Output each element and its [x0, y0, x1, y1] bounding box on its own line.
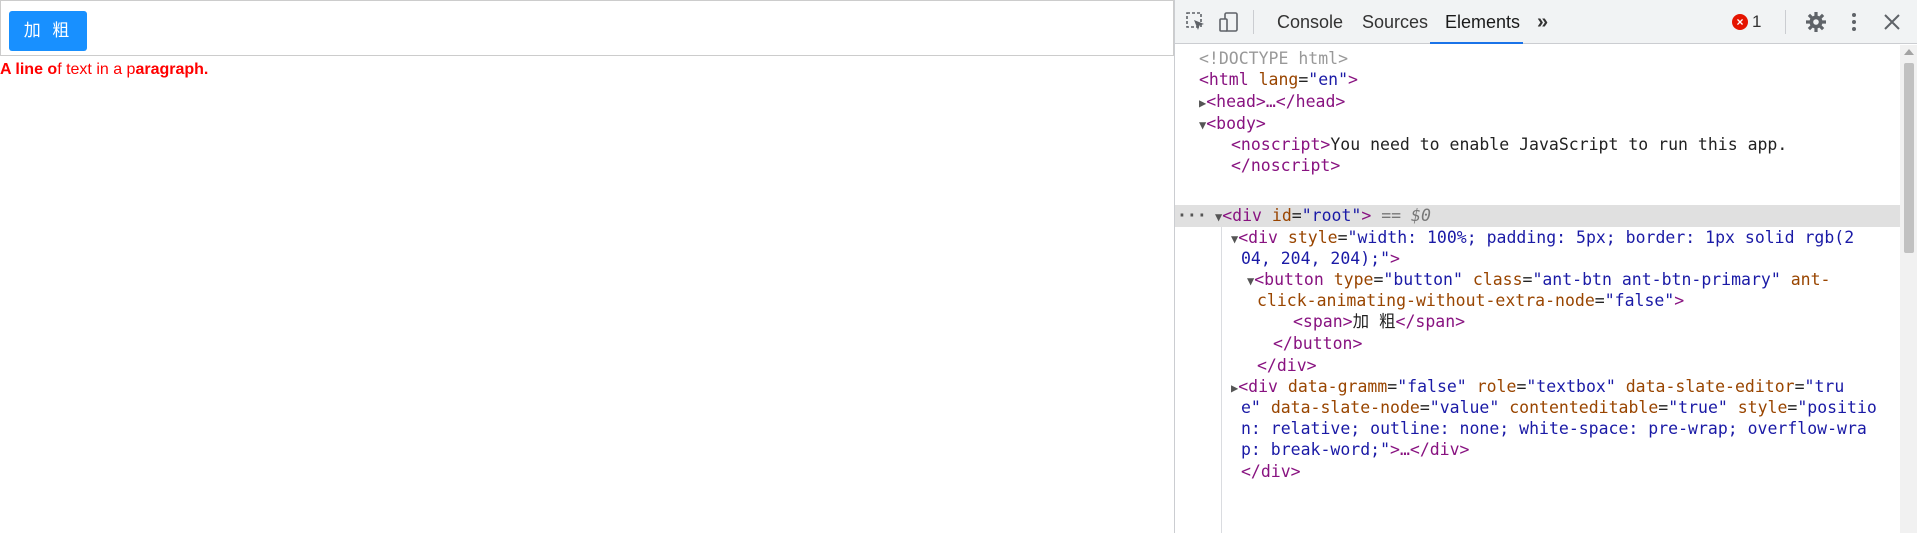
editor-toolbar: 加 粗 — [0, 0, 1174, 56]
node-editor-div-cont-2[interactable]: n: relative; outline: none; white-space:… — [1241, 418, 1867, 440]
error-icon[interactable]: × — [1732, 14, 1748, 30]
indent-guide — [1221, 227, 1222, 533]
node-body[interactable]: ▼<body> — [1199, 113, 1266, 135]
dom-tree-scrollbar[interactable] — [1900, 45, 1917, 533]
devtools-panel: Console Sources Elements » × 1 <!DOCTYPE… — [1174, 0, 1917, 533]
kebab-menu-icon[interactable] — [1843, 11, 1865, 33]
paragraph-run-bold-2: aragraph. — [135, 61, 209, 78]
tab-elements[interactable]: Elements — [1430, 0, 1523, 44]
node-div-close[interactable]: </div> — [1257, 355, 1317, 377]
more-tabs-button[interactable]: » — [1537, 0, 1548, 44]
selected-marker: == $0 — [1381, 206, 1431, 225]
dom-tree: <!DOCTYPE html> <html lang="en"> ▶<head>… — [1175, 45, 1900, 533]
error-count[interactable]: 1 — [1752, 0, 1761, 44]
inspect-element-icon[interactable] — [1185, 11, 1207, 33]
tab-console[interactable]: Console — [1277, 0, 1343, 44]
bold-button[interactable]: 加 粗 — [9, 11, 87, 51]
node-doctype[interactable]: <!DOCTYPE html> — [1199, 48, 1348, 70]
node-button-close[interactable]: </button> — [1273, 333, 1362, 355]
node-root-close[interactable]: </div> — [1241, 461, 1301, 483]
node-button-cont[interactable]: click-animating-without-extra-node="fals… — [1257, 290, 1684, 312]
scrollbar-thumb[interactable] — [1904, 63, 1914, 253]
paragraph-run-bold-1: A line o — [0, 61, 58, 78]
tab-bar-separator — [1253, 10, 1254, 34]
close-icon[interactable] — [1881, 11, 1903, 33]
node-editor-div-cont-3[interactable]: p: break-word;">…</div> — [1241, 439, 1470, 461]
tab-sources[interactable]: Sources — [1362, 0, 1428, 44]
devtools-tab-bar: Console Sources Elements » × 1 — [1175, 0, 1917, 44]
node-root-div[interactable]: ▼<div id="root"> == $0 — [1215, 205, 1431, 227]
app-page: 加 粗 A line of text in a paragraph. — [0, 0, 1174, 533]
node-editor-div-cont-1[interactable]: e" data-slate-node="value" contenteditab… — [1241, 397, 1877, 419]
node-html[interactable]: <html lang="en"> — [1199, 69, 1358, 91]
node-styled-div-cont[interactable]: 04, 204, 204);"> — [1241, 248, 1400, 270]
device-toolbar-icon[interactable] — [1218, 11, 1240, 33]
tab-bar-separator — [1785, 10, 1786, 34]
node-button[interactable]: ▼<button type="button" class="ant-btn an… — [1247, 269, 1830, 291]
gear-icon[interactable] — [1805, 11, 1827, 33]
node-actions-ellipsis[interactable]: ··· — [1177, 205, 1207, 227]
node-head[interactable]: ▶<head>…</head> — [1199, 91, 1345, 113]
editor-paragraph[interactable]: A line of text in a paragraph. — [0, 61, 208, 79]
scroll-up-arrow-icon[interactable] — [1904, 49, 1914, 55]
node-noscript-close[interactable]: </noscript> — [1231, 155, 1340, 177]
node-noscript[interactable]: <noscript>You need to enable JavaScript … — [1231, 134, 1787, 156]
node-editor-div[interactable]: ▶<div data-gramm="false" role="textbox" … — [1231, 376, 1844, 398]
paragraph-run-normal: f text in a p — [57, 61, 136, 78]
node-span[interactable]: <span>加 粗</span> — [1293, 311, 1465, 333]
node-styled-div[interactable]: ▼<div style="width: 100%; padding: 5px; … — [1231, 227, 1854, 249]
